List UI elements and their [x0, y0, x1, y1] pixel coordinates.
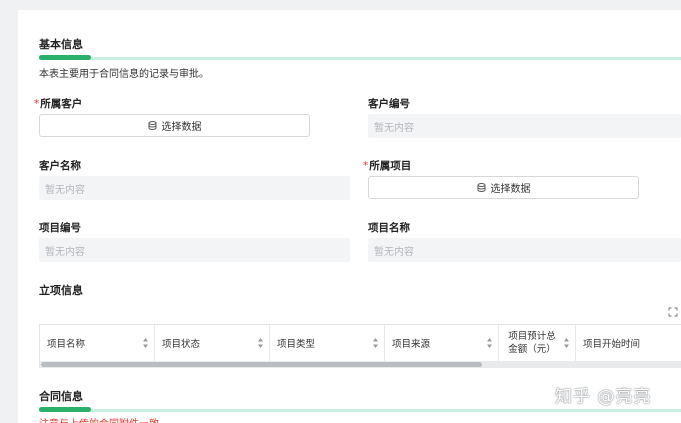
- fullscreen-icon[interactable]: [668, 307, 678, 317]
- column-header-label: 金额（元）: [508, 344, 556, 355]
- customer-label: *所属客户: [34, 96, 82, 111]
- form-description: 本表主要用于合同信息的记录与审批。: [39, 69, 209, 80]
- contract-warning: 注意与上传的合同附件一致: [39, 415, 159, 423]
- select-project-button[interactable]: 选择数据: [368, 176, 639, 199]
- section-title-contract: 合同信息: [39, 390, 83, 403]
- approval-table: 项目名称 项目状态 项目类型 项目来源 项目预计总 金额（元） 项目开始时间: [39, 324, 681, 368]
- customer-name-label: 客户名称: [39, 160, 81, 172]
- watermark: 知乎 @亮亮: [555, 387, 652, 407]
- project-no-label: 项目编号: [39, 222, 81, 234]
- column-header-label: 项目名称: [47, 339, 86, 350]
- customer-label-text: 所属客户: [40, 98, 83, 110]
- column-header-label: 项目类型: [277, 339, 316, 350]
- column-header[interactable]: 项目状态: [155, 325, 270, 361]
- customer-name-field: 暂无内容: [39, 176, 350, 200]
- select-customer-label: 选择数据: [161, 122, 202, 133]
- select-customer-button[interactable]: 选择数据: [39, 114, 310, 137]
- sort-icon[interactable]: [487, 337, 492, 349]
- required-mark: *: [363, 160, 369, 172]
- sort-icon[interactable]: [143, 337, 148, 349]
- database-icon: [477, 183, 485, 192]
- column-header[interactable]: 项目预计总 金额（元）: [499, 325, 576, 361]
- section-title-approval: 立项信息: [39, 284, 83, 297]
- project-label: *所属项目: [363, 158, 411, 173]
- project-name-field: 暂无内容: [368, 238, 681, 262]
- section-divider: [39, 409, 681, 412]
- column-header-label: 项目状态: [162, 339, 201, 350]
- column-header-label: 项目预计总: [508, 331, 556, 342]
- project-no-field: 暂无内容: [39, 238, 350, 262]
- section-accent-bar: [39, 55, 91, 60]
- project-label-text: 所属项目: [369, 160, 412, 172]
- column-header-label: 项目开始时间: [583, 339, 641, 350]
- column-header[interactable]: 项目名称: [40, 325, 155, 361]
- project-name-label: 项目名称: [368, 222, 410, 234]
- database-icon: [148, 121, 156, 130]
- sort-icon[interactable]: [373, 337, 378, 349]
- customer-no-label: 客户编号: [368, 98, 410, 110]
- column-header-label: 项目来源: [392, 339, 431, 350]
- column-header[interactable]: 项目开始时间: [576, 325, 681, 361]
- section-divider: [39, 57, 681, 60]
- sort-icon[interactable]: [564, 337, 569, 349]
- select-project-label: 选择数据: [490, 184, 531, 195]
- sort-icon[interactable]: [258, 337, 263, 349]
- section-accent-bar: [39, 407, 91, 412]
- section-title-basic: 基本信息: [39, 38, 83, 51]
- scrollbar-thumb[interactable]: [41, 362, 482, 367]
- form-card: 基本信息 本表主要用于合同信息的记录与审批。 *所属客户 选择数据 客户编号 暂…: [18, 10, 681, 423]
- customer-no-field: 暂无内容: [368, 114, 681, 138]
- column-header[interactable]: 项目来源: [385, 325, 499, 361]
- column-header[interactable]: 项目类型: [270, 325, 385, 361]
- required-mark: *: [34, 98, 40, 110]
- horizontal-scrollbar[interactable]: [40, 361, 681, 368]
